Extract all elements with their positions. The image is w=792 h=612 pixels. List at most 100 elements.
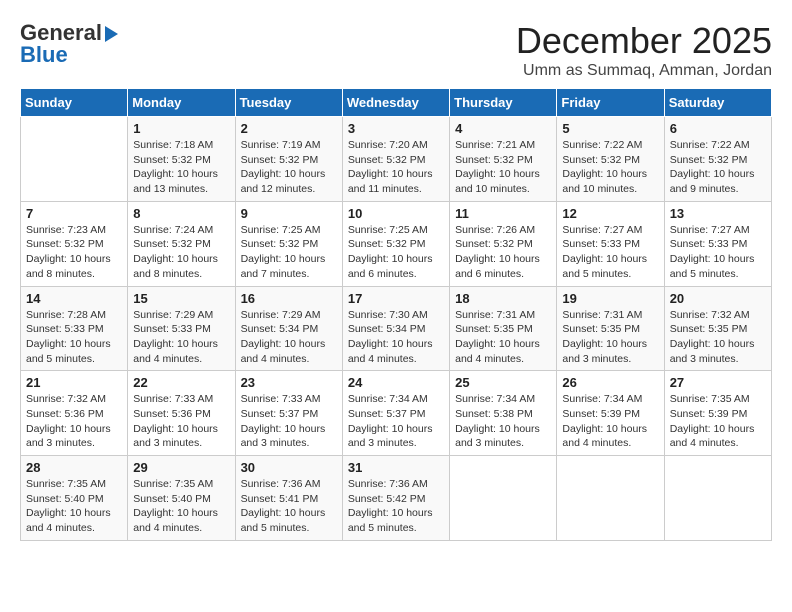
day-info: Sunrise: 7:29 AMSunset: 5:34 PMDaylight:… [241, 308, 337, 367]
day-info: Sunrise: 7:33 AMSunset: 5:36 PMDaylight:… [133, 392, 229, 451]
title-block: December 2025 Umm as Summaq, Amman, Jord… [516, 20, 772, 80]
day-number: 18 [455, 291, 551, 306]
calendar-day-cell: 19 Sunrise: 7:31 AMSunset: 5:35 PMDayligh… [557, 286, 664, 371]
calendar-week-row: 7 Sunrise: 7:23 AMSunset: 5:32 PMDaylight… [21, 201, 772, 286]
calendar-day-cell: 5 Sunrise: 7:22 AMSunset: 5:32 PMDaylight… [557, 117, 664, 202]
logo: General Blue [20, 20, 118, 68]
day-info: Sunrise: 7:35 AMSunset: 5:39 PMDaylight:… [670, 392, 766, 451]
day-info: Sunrise: 7:34 AMSunset: 5:39 PMDaylight:… [562, 392, 658, 451]
day-number: 5 [562, 121, 658, 136]
day-number: 7 [26, 206, 122, 221]
calendar-day-cell: 28 Sunrise: 7:35 AMSunset: 5:40 PMDayligh… [21, 456, 128, 541]
day-info: Sunrise: 7:29 AMSunset: 5:33 PMDaylight:… [133, 308, 229, 367]
calendar-header-cell: Wednesday [342, 89, 449, 117]
day-info: Sunrise: 7:33 AMSunset: 5:37 PMDaylight:… [241, 392, 337, 451]
day-number: 27 [670, 375, 766, 390]
calendar-day-cell: 6 Sunrise: 7:22 AMSunset: 5:32 PMDaylight… [664, 117, 771, 202]
calendar-header-cell: Tuesday [235, 89, 342, 117]
day-number: 17 [348, 291, 444, 306]
day-number: 23 [241, 375, 337, 390]
calendar-table: SundayMondayTuesdayWednesdayThursdayFrid… [20, 88, 772, 541]
day-info: Sunrise: 7:36 AMSunset: 5:41 PMDaylight:… [241, 477, 337, 536]
calendar-week-row: 1 Sunrise: 7:18 AMSunset: 5:32 PMDaylight… [21, 117, 772, 202]
day-number: 24 [348, 375, 444, 390]
day-info: Sunrise: 7:23 AMSunset: 5:32 PMDaylight:… [26, 223, 122, 282]
day-number: 29 [133, 460, 229, 475]
day-number: 1 [133, 121, 229, 136]
day-info: Sunrise: 7:22 AMSunset: 5:32 PMDaylight:… [670, 138, 766, 197]
day-info: Sunrise: 7:32 AMSunset: 5:35 PMDaylight:… [670, 308, 766, 367]
calendar-day-cell: 8 Sunrise: 7:24 AMSunset: 5:32 PMDaylight… [128, 201, 235, 286]
calendar-header-row: SundayMondayTuesdayWednesdayThursdayFrid… [21, 89, 772, 117]
calendar-day-cell: 26 Sunrise: 7:34 AMSunset: 5:39 PMDayligh… [557, 371, 664, 456]
calendar-day-cell [557, 456, 664, 541]
day-number: 21 [26, 375, 122, 390]
day-info: Sunrise: 7:32 AMSunset: 5:36 PMDaylight:… [26, 392, 122, 451]
calendar-day-cell [21, 117, 128, 202]
logo-arrow-icon [105, 26, 118, 42]
day-number: 4 [455, 121, 551, 136]
day-number: 12 [562, 206, 658, 221]
day-number: 25 [455, 375, 551, 390]
day-info: Sunrise: 7:34 AMSunset: 5:37 PMDaylight:… [348, 392, 444, 451]
day-number: 8 [133, 206, 229, 221]
calendar-header-cell: Saturday [664, 89, 771, 117]
day-number: 30 [241, 460, 337, 475]
day-number: 13 [670, 206, 766, 221]
day-info: Sunrise: 7:20 AMSunset: 5:32 PMDaylight:… [348, 138, 444, 197]
calendar-day-cell: 21 Sunrise: 7:32 AMSunset: 5:36 PMDayligh… [21, 371, 128, 456]
day-info: Sunrise: 7:27 AMSunset: 5:33 PMDaylight:… [670, 223, 766, 282]
calendar-header-cell: Sunday [21, 89, 128, 117]
calendar-day-cell: 23 Sunrise: 7:33 AMSunset: 5:37 PMDayligh… [235, 371, 342, 456]
calendar-day-cell: 18Sunrise: 7:31 AMSunset: 5:35 PMDayligh… [450, 286, 557, 371]
month-year-title: December 2025 [516, 20, 772, 62]
day-number: 3 [348, 121, 444, 136]
calendar-week-row: 28 Sunrise: 7:35 AMSunset: 5:40 PMDayligh… [21, 456, 772, 541]
day-info: Sunrise: 7:36 AMSunset: 5:42 PMDaylight:… [348, 477, 444, 536]
day-number: 19 [562, 291, 658, 306]
calendar-day-cell: 4Sunrise: 7:21 AMSunset: 5:32 PMDaylight… [450, 117, 557, 202]
day-info: Sunrise: 7:22 AMSunset: 5:32 PMDaylight:… [562, 138, 658, 197]
calendar-day-cell: 24 Sunrise: 7:34 AMSunset: 5:37 PMDayligh… [342, 371, 449, 456]
calendar-day-cell: 16Sunrise: 7:29 AMSunset: 5:34 PMDayligh… [235, 286, 342, 371]
calendar-header-cell: Monday [128, 89, 235, 117]
day-info: Sunrise: 7:26 AMSunset: 5:32 PMDaylight:… [455, 223, 551, 282]
day-info: Sunrise: 7:24 AMSunset: 5:32 PMDaylight:… [133, 223, 229, 282]
day-info: Sunrise: 7:18 AMSunset: 5:32 PMDaylight:… [133, 138, 229, 197]
calendar-body: 1 Sunrise: 7:18 AMSunset: 5:32 PMDaylight… [21, 117, 772, 541]
day-info: Sunrise: 7:27 AMSunset: 5:33 PMDaylight:… [562, 223, 658, 282]
day-info: Sunrise: 7:25 AMSunset: 5:32 PMDaylight:… [241, 223, 337, 282]
calendar-day-cell: 22 Sunrise: 7:33 AMSunset: 5:36 PMDayligh… [128, 371, 235, 456]
calendar-day-cell: 13 Sunrise: 7:27 AMSunset: 5:33 PMDayligh… [664, 201, 771, 286]
calendar-day-cell: 7 Sunrise: 7:23 AMSunset: 5:32 PMDaylight… [21, 201, 128, 286]
day-number: 14 [26, 291, 122, 306]
calendar-day-cell: 30 Sunrise: 7:36 AMSunset: 5:41 PMDayligh… [235, 456, 342, 541]
day-info: Sunrise: 7:31 AMSunset: 5:35 PMDaylight:… [562, 308, 658, 367]
logo-blue: Blue [20, 42, 68, 68]
day-number: 6 [670, 121, 766, 136]
page-header: General Blue December 2025 Umm as Summaq… [20, 20, 772, 80]
day-number: 9 [241, 206, 337, 221]
day-info: Sunrise: 7:25 AMSunset: 5:32 PMDaylight:… [348, 223, 444, 282]
day-info: Sunrise: 7:35 AMSunset: 5:40 PMDaylight:… [26, 477, 122, 536]
calendar-day-cell [450, 456, 557, 541]
day-info: Sunrise: 7:30 AMSunset: 5:34 PMDaylight:… [348, 308, 444, 367]
location-title: Umm as Summaq, Amman, Jordan [516, 62, 772, 80]
calendar-day-cell: 27 Sunrise: 7:35 AMSunset: 5:39 PMDayligh… [664, 371, 771, 456]
day-info: Sunrise: 7:19 AMSunset: 5:32 PMDaylight:… [241, 138, 337, 197]
calendar-day-cell: 14Sunrise: 7:28 AMSunset: 5:33 PMDayligh… [21, 286, 128, 371]
day-number: 11 [455, 206, 551, 221]
day-number: 22 [133, 375, 229, 390]
day-number: 26 [562, 375, 658, 390]
day-info: Sunrise: 7:34 AMSunset: 5:38 PMDaylight:… [455, 392, 551, 451]
calendar-day-cell: 9 Sunrise: 7:25 AMSunset: 5:32 PMDaylight… [235, 201, 342, 286]
calendar-header-cell: Thursday [450, 89, 557, 117]
calendar-day-cell: 1 Sunrise: 7:18 AMSunset: 5:32 PMDaylight… [128, 117, 235, 202]
day-number: 2 [241, 121, 337, 136]
day-number: 28 [26, 460, 122, 475]
calendar-week-row: 21 Sunrise: 7:32 AMSunset: 5:36 PMDayligh… [21, 371, 772, 456]
day-number: 31 [348, 460, 444, 475]
calendar-day-cell: 15Sunrise: 7:29 AMSunset: 5:33 PMDayligh… [128, 286, 235, 371]
calendar-day-cell: 3 Sunrise: 7:20 AMSunset: 5:32 PMDaylight… [342, 117, 449, 202]
calendar-day-cell: 11 Sunrise: 7:26 AMSunset: 5:32 PMDayligh… [450, 201, 557, 286]
